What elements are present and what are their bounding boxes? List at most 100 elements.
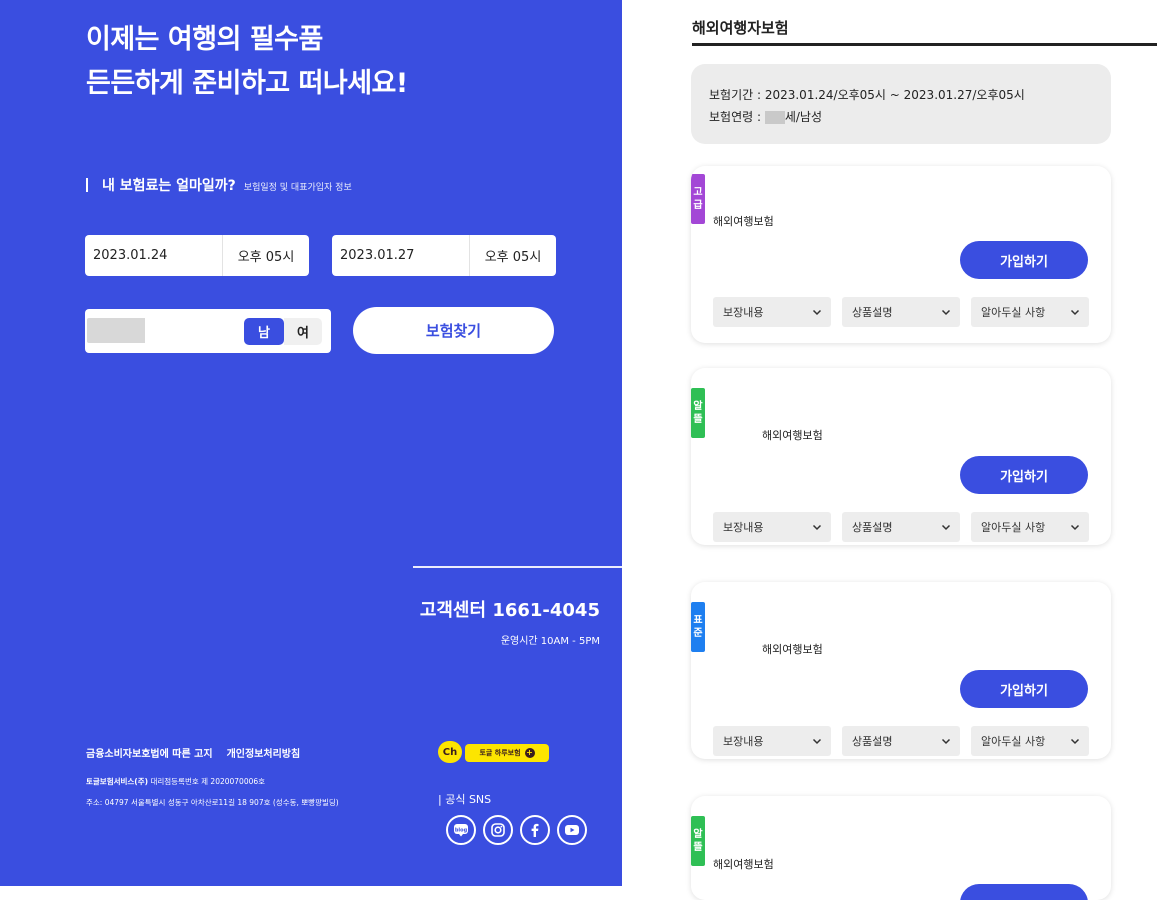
company-name: 토글보험서비스(주): [86, 777, 149, 786]
notice-dropdown[interactable]: 알아두실 사항: [971, 726, 1089, 756]
hero-title: 이제는 여행의 필수품 든든하게 준비하고 떠나세요!: [86, 18, 408, 106]
description-dropdown[interactable]: 상품설명: [842, 726, 960, 756]
birthdate-input-mask: [145, 318, 229, 343]
chevron-down-icon: [940, 735, 952, 747]
kakao-channel-label: 토글 하루보험: [479, 749, 521, 757]
tag-char: 뜰: [693, 414, 703, 425]
results-title: 해외여행자보험: [692, 19, 789, 37]
product-card: 고 급 해외여행보험 가입하기 보장내용 상품설명 알아두실 사항: [691, 166, 1111, 343]
divider: [413, 566, 622, 568]
kakao-channel-icon[interactable]: Ch: [438, 741, 462, 763]
customer-center-phone[interactable]: 고객센터 1661-4045: [420, 596, 600, 622]
insurance-age: 보험연령 : 세/남성: [709, 106, 1093, 128]
dropdown-label: 상품설명: [852, 521, 893, 534]
gender-male-button[interactable]: 남: [244, 318, 284, 345]
chevron-down-icon: [1069, 306, 1081, 318]
dropdown-label: 보장내용: [723, 521, 764, 534]
insurance-period: 보험기간 : 2023.01.24/오후05시 ~ 2023.01.27/오후0…: [709, 88, 1025, 102]
privacy-policy-link[interactable]: 개인정보처리방침: [227, 745, 301, 760]
company-registration: 대리점등록번호 제 2020070006호: [150, 777, 266, 786]
dropdown-label: 상품설명: [852, 735, 893, 748]
query-title: 내 보험료는 얼마일까?: [102, 178, 236, 194]
age-value-redacted: [764, 111, 785, 124]
product-card: 알 뜰 해외여행보험: [691, 796, 1111, 900]
plus-icon: +: [524, 748, 535, 758]
end-time[interactable]: 오후 05시: [470, 246, 556, 265]
kakao-channel-button[interactable]: 토글 하루보험 +: [465, 744, 549, 762]
dropdown-label: 상품설명: [852, 306, 893, 319]
start-date[interactable]: 2023.01.24: [85, 248, 222, 263]
notice-dropdown[interactable]: 알아두실 사항: [971, 512, 1089, 542]
insurance-age-prefix: 보험연령 :: [709, 110, 765, 124]
consumer-protection-link[interactable]: 금융소비자보호법에 따른 고지: [86, 745, 213, 760]
product-name: 해외여행보험: [713, 215, 774, 228]
hero-line-1: 이제는 여행의 필수품: [86, 24, 323, 55]
tag-char: 뜰: [693, 842, 703, 853]
coverage-dropdown[interactable]: 보장내용: [713, 726, 831, 756]
product-name: 해외여행보험: [713, 858, 774, 871]
instagram-icon[interactable]: [483, 815, 513, 845]
customer-center-hours: 운영시간 10AM - 5PM: [500, 636, 600, 647]
coverage-dropdown[interactable]: 보장내용: [713, 512, 831, 542]
coverage-dropdown[interactable]: 보장내용: [713, 297, 831, 327]
join-button[interactable]: 가입하기: [960, 670, 1088, 708]
chevron-down-icon: [811, 521, 823, 533]
gender-female-button[interactable]: 여: [284, 318, 322, 345]
chevron-down-icon: [940, 521, 952, 533]
sns-icons: blog: [446, 815, 587, 845]
query-section-label: 내 보험료는 얼마일까? 보험일정 및 대표가입자 정보: [86, 175, 352, 195]
chevron-down-icon: [811, 306, 823, 318]
start-time[interactable]: 오후 05시: [223, 246, 309, 265]
end-date-picker[interactable]: 2023.01.27 오후 05시: [332, 235, 556, 276]
tag-char: 준: [693, 628, 703, 639]
svg-text:blog: blog: [455, 828, 468, 834]
hero-line-2: 든든하게 준비하고 떠나세요!: [86, 68, 408, 99]
youtube-icon[interactable]: [557, 815, 587, 845]
chevron-down-icon: [940, 306, 952, 318]
dropdown-label: 보장내용: [723, 306, 764, 319]
product-name: 해외여행보험: [762, 643, 823, 656]
insurance-age-suffix: 세/남성: [784, 110, 823, 124]
join-button[interactable]: 가입하기: [960, 241, 1088, 279]
grade-tag-value: 알 뜰: [691, 816, 705, 866]
chevron-down-icon: [1069, 735, 1081, 747]
tag-char: 알: [693, 829, 703, 840]
start-date-picker[interactable]: 2023.01.24 오후 05시: [85, 235, 309, 276]
join-button[interactable]: [960, 884, 1088, 900]
notice-dropdown[interactable]: 알아두실 사항: [971, 297, 1089, 327]
dropdown-label: 알아두실 사항: [981, 735, 1046, 748]
left-panel: 이제는 여행의 필수품 든든하게 준비하고 떠나세요! 내 보험료는 얼마일까?…: [0, 0, 622, 886]
product-name: 해외여행보험: [762, 429, 823, 442]
join-button[interactable]: 가입하기: [960, 456, 1088, 494]
chevron-down-icon: [811, 735, 823, 747]
chevron-down-icon: [1069, 521, 1081, 533]
grade-tag-standard: 표 준: [691, 602, 705, 652]
description-dropdown[interactable]: 상품설명: [842, 512, 960, 542]
grade-tag-premium: 고 급: [691, 174, 705, 224]
insurance-summary: 보험기간 : 2023.01.24/오후05시 ~ 2023.01.27/오후0…: [691, 64, 1111, 144]
description-dropdown[interactable]: 상품설명: [842, 297, 960, 327]
tag-char: 표: [693, 615, 703, 626]
product-card: 알 뜰 해외여행보험 가입하기 보장내용 상품설명 알아두실 사항: [691, 368, 1111, 545]
dropdown-label: 알아두실 사항: [981, 521, 1046, 534]
tag-char: 급: [693, 200, 703, 211]
search-insurance-button[interactable]: 보험찾기: [353, 307, 554, 354]
product-card: 표 준 해외여행보험 가입하기 보장내용 상품설명 알아두실 사항: [691, 582, 1111, 759]
dropdown-label: 알아두실 사항: [981, 306, 1046, 319]
dropdown-label: 보장내용: [723, 735, 764, 748]
card-dropdowns: 보장내용 상품설명 알아두실 사항: [713, 512, 1089, 542]
end-date[interactable]: 2023.01.27: [332, 248, 469, 263]
company-address: 주소: 04797 서울특별시 성동구 아차산로11길 18 907호 (성수동…: [86, 798, 339, 807]
card-dropdowns: 보장내용 상품설명 알아두실 사항: [713, 726, 1089, 756]
company-info: 토글보험서비스(주) 대리점등록번호 제 2020070006호: [86, 776, 265, 787]
facebook-icon[interactable]: [520, 815, 550, 845]
card-dropdowns: 보장내용 상품설명 알아두실 사항: [713, 297, 1089, 327]
tag-char: 알: [693, 401, 703, 412]
sns-label: | 공식 SNS: [438, 793, 492, 806]
grade-tag-value: 알 뜰: [691, 388, 705, 438]
query-subtitle: 보험일정 및 대표가입자 정보: [243, 183, 352, 193]
footer-links: 금융소비자보호법에 따른 고지 개인정보처리방침: [86, 745, 300, 760]
label-bar: [86, 178, 88, 192]
title-underline: [692, 43, 1157, 46]
blog-icon[interactable]: blog: [446, 815, 476, 845]
